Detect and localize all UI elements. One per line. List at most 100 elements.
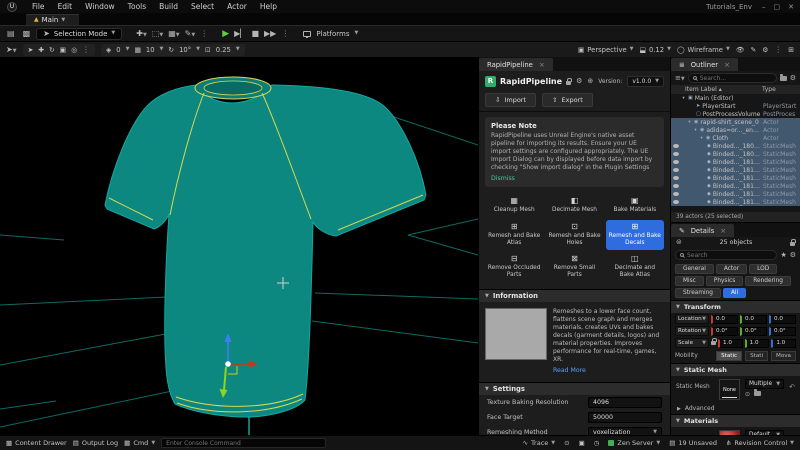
move-tool-icon[interactable]: ✚ — [38, 46, 44, 54]
eye-icon[interactable] — [673, 192, 679, 196]
lock-icon[interactable] — [566, 77, 573, 85]
menu-actor[interactable]: Actor — [227, 2, 247, 11]
eye-icon[interactable] — [673, 200, 679, 204]
details-settings-icon[interactable]: ⚙ — [790, 251, 796, 259]
new-folder-icon[interactable] — [779, 73, 787, 81]
skip-button[interactable]: ▶▶ — [264, 29, 276, 38]
tab-rapidpipeline[interactable]: RapidPipeline × — [479, 58, 553, 71]
static-mesh-thumbnail[interactable]: None — [719, 379, 740, 400]
export-button[interactable]: ⇧ Export — [542, 93, 593, 107]
outliner-row-postprocessvolume[interactable]: ▢ PostProcessVolume PostProces — [671, 110, 800, 118]
outliner-row-binded[interactable]: ◆ Binded..._180736 StaticMesh — [671, 142, 800, 150]
eye-icon[interactable] — [673, 144, 679, 148]
outliner-row-playerstart[interactable]: ➤ PlayerStart PlayerStart — [671, 102, 800, 110]
location-y-field[interactable]: 0.0 — [740, 314, 767, 324]
play-button[interactable]: ▶ — [222, 29, 229, 39]
information-section-header[interactable]: ▼ Information — [479, 288, 670, 302]
import-button[interactable]: ⇩ Import — [485, 93, 537, 107]
filter-icon[interactable]: ≡▼ — [675, 74, 685, 82]
menu-tools[interactable]: Tools — [128, 2, 146, 11]
outliner-row-main[interactable]: ▾ ▣ Main (Editor) — [671, 94, 800, 102]
surface-snap-icon[interactable]: ◈ — [106, 46, 111, 54]
decimate-bake-atlas-button[interactable]: ◫ Decimate and Bake Atlas — [606, 252, 664, 282]
globe-icon[interactable]: ⊕ — [587, 77, 593, 85]
scale-z-field[interactable]: 1.0 — [771, 338, 797, 348]
tab-details[interactable]: ✎ Details × — [671, 224, 735, 237]
world-local-icon[interactable]: ◎ — [71, 46, 77, 54]
stop-button[interactable]: ■ — [251, 29, 259, 38]
rotation-snap-value[interactable]: 10° — [179, 46, 191, 54]
show-flags-icon[interactable]: 👁 — [736, 46, 745, 54]
grid-snap-value[interactable]: 10 — [146, 46, 155, 54]
menu-select[interactable]: Select — [191, 2, 214, 11]
eye-icon[interactable] — [673, 160, 679, 164]
outliner-row-binded[interactable]: ◆ Binded..._180829 StaticMesh — [671, 150, 800, 158]
pending-tasks-icon[interactable]: ◷ — [594, 439, 600, 447]
rotation-x-field[interactable]: 0.0° — [711, 326, 738, 336]
tshirt-mesh[interactable] — [104, 76, 427, 418]
scale-x-field[interactable]: 1.0 — [718, 338, 743, 348]
scale-dropdown[interactable]: Scale ▼ — [675, 338, 709, 348]
blueprints-icon[interactable]: ⬚▼ — [152, 29, 163, 38]
rotation-y-field[interactable]: 0.0° — [740, 326, 767, 336]
advanced-section[interactable]: ▶ Advanced — [671, 403, 800, 414]
close-tab-icon[interactable]: × — [724, 61, 730, 69]
close-button[interactable]: ✕ — [788, 3, 794, 11]
dismiss-link[interactable]: Dismiss — [491, 175, 658, 182]
viewport-kebab-icon[interactable]: ⋮ — [774, 45, 782, 54]
play-from-here-button[interactable]: ▶▏ — [234, 29, 246, 38]
platforms-dropdown[interactable]: Platforms — [316, 30, 349, 38]
chip-misc[interactable]: Misc — [675, 276, 704, 286]
eye-icon[interactable] — [673, 168, 679, 172]
outliner-settings-icon[interactable]: ⚙ — [790, 74, 796, 82]
outliner-search[interactable] — [687, 73, 777, 83]
rotation-dropdown[interactable]: Rotation ▼ — [675, 326, 709, 336]
location-z-field[interactable]: 0.0 — [769, 314, 796, 324]
lock-details-icon[interactable] — [790, 239, 796, 246]
outliner-row-binded[interactable]: ◆ Binded..._181503 StaticMesh — [671, 182, 800, 190]
cleanup-mesh-button[interactable]: ▦ Cleanup Mesh — [485, 194, 543, 217]
landscape-icon[interactable]: ✎▼ — [185, 29, 196, 38]
menu-edit[interactable]: Edit — [58, 2, 73, 11]
menu-build[interactable]: Build — [159, 2, 178, 11]
chip-rendering[interactable]: Rendering — [745, 276, 791, 286]
camera-speed-dropdown[interactable]: ⬓ 0.12 ▼ — [640, 46, 671, 54]
tool-more-icon[interactable]: ⋮ — [82, 45, 90, 54]
restore-button[interactable]: ▢ — [774, 3, 781, 11]
outliner-row-binded[interactable]: ◆ Binded..._181179 StaticMesh — [671, 166, 800, 174]
mobility-movable[interactable]: Mova — [771, 351, 796, 361]
add-actor-icon[interactable]: ✚▼ — [136, 29, 147, 38]
select-tool-icon[interactable]: ➤ — [28, 46, 34, 54]
outliner-row-binded[interactable]: ◆ Binded..._181665 StaticMesh — [671, 190, 800, 198]
editor-modes-icon[interactable]: ✎ — [751, 46, 757, 54]
maximize-viewport-icon[interactable]: ⊞ — [788, 46, 794, 54]
outliner-column-header[interactable]: Item Label ▴ Type — [671, 85, 800, 94]
eye-icon[interactable] — [673, 152, 679, 156]
rotation-snap-icon[interactable]: ↻ — [168, 46, 174, 54]
outliner-row-binded[interactable]: ◆ Binded..._181341 StaticMesh — [671, 174, 800, 182]
scale-y-field[interactable]: 1.0 — [744, 338, 770, 348]
trace-dropdown[interactable]: ∿ Trace ▼ — [523, 439, 556, 447]
remesh-bake-decals-button[interactable]: ⊞ Remesh and Bake Decals — [605, 219, 664, 251]
play-options-icon[interactable]: ⋮ — [281, 29, 289, 38]
static-mesh-dropdown[interactable]: Multiple ▼ — [745, 379, 785, 389]
outliner-row-binded[interactable]: ◆ Binded..._181004 StaticMesh — [671, 158, 800, 166]
chip-streaming[interactable]: Streaming — [675, 288, 721, 298]
static-mesh-section-header[interactable]: ▼ Static Mesh — [671, 363, 800, 376]
location-dropdown[interactable]: Location ▼ — [675, 314, 709, 324]
content-drawer-button[interactable]: ▩ Content Drawer — [6, 439, 67, 447]
scale-lock-icon[interactable] — [711, 338, 717, 345]
perspective-dropdown[interactable]: ▣ Perspective ▼ — [578, 46, 634, 54]
rotation-z-field[interactable]: 0.0° — [769, 326, 796, 336]
transform-section-header[interactable]: ▼ Transform — [671, 300, 800, 313]
output-log-button[interactable]: ▤ Output Log — [73, 439, 118, 447]
surface-snap-value[interactable]: 0 — [116, 46, 120, 54]
settings-gear-icon[interactable]: ⚙ — [576, 77, 582, 85]
rotate-tool-icon[interactable]: ↻ — [49, 46, 55, 54]
location-x-field[interactable]: 0.0 — [711, 314, 738, 324]
chip-lod[interactable]: LOD — [749, 264, 778, 274]
cmd-dropdown[interactable]: ▦ Cmd ▼ — [124, 439, 155, 447]
chip-general[interactable]: General — [675, 264, 714, 274]
mobility-static[interactable]: Static — [716, 351, 743, 361]
outliner-row-binded[interactable]: ◆ Binded..._181845 StaticMesh — [671, 198, 800, 206]
